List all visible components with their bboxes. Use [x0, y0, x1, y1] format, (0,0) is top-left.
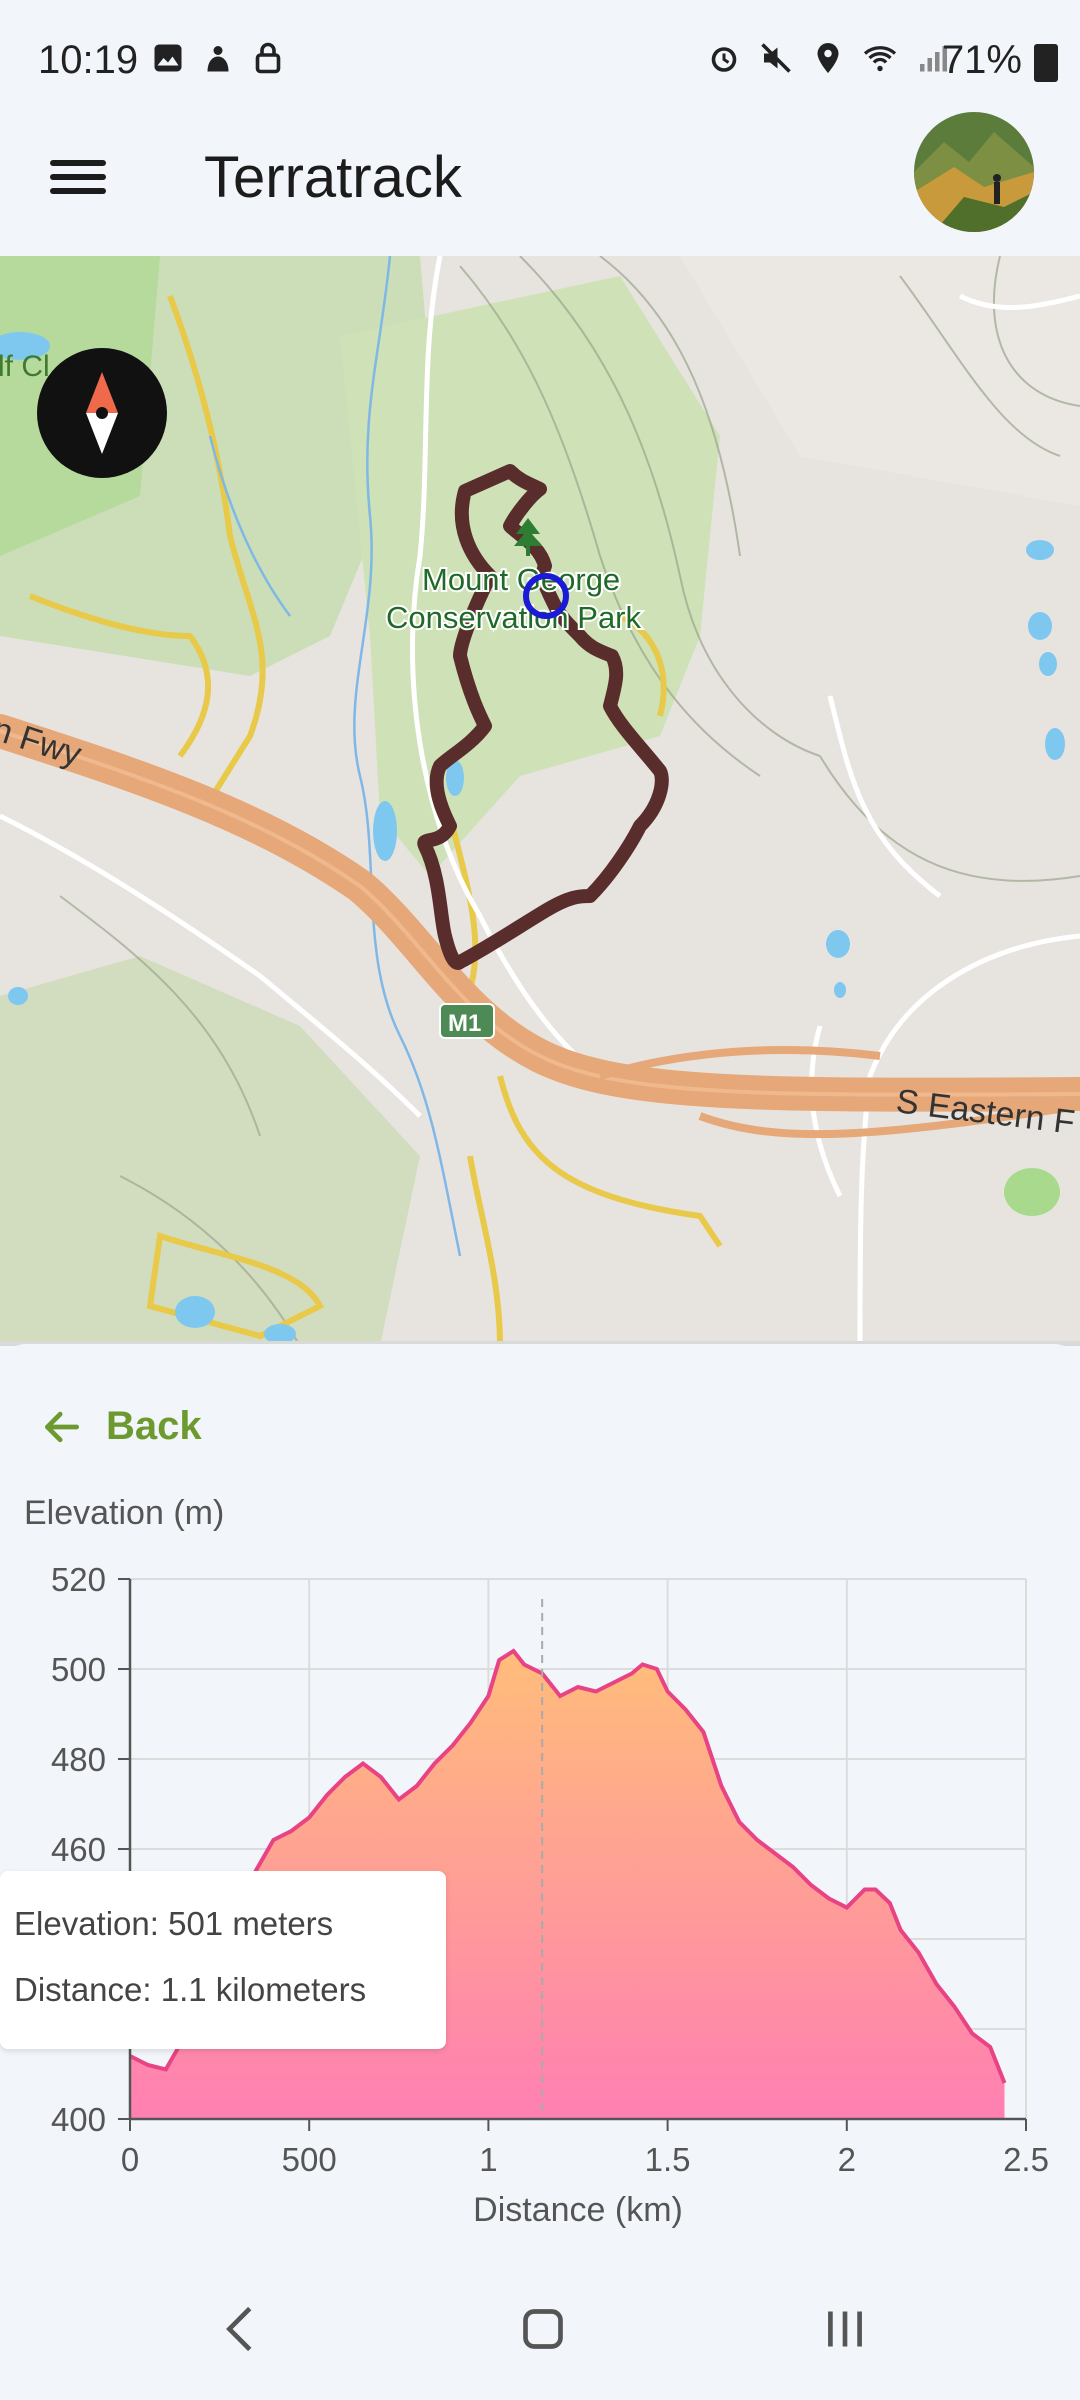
battery-level: 71% — [941, 38, 1022, 82]
mute-icon — [761, 43, 791, 73]
compass-icon — [86, 372, 118, 454]
app-title: Terratrack — [204, 145, 462, 210]
x-tick-label: 1.5 — [645, 2141, 691, 2178]
elevation-chart[interactable]: 400 460 480 500 520 0 500 1 1.5 2 2.5 Distance (k… — [0, 1344, 1080, 2254]
nav-back-icon[interactable] — [206, 2294, 276, 2364]
nav-recents-icon[interactable] — [810, 2294, 880, 2364]
chart-x-axis-title: Distance (km) — [473, 2191, 683, 2229]
road-badge-label: M1 — [448, 1010, 481, 1037]
status-bar: 10:19 71% — [0, 0, 1080, 122]
x-tick-label: 2.5 — [1003, 2141, 1049, 2178]
alarm-icon — [711, 47, 737, 72]
x-tick-label: 1 — [479, 2141, 497, 2178]
wifi-icon — [863, 46, 897, 72]
gallery-icon — [154, 44, 182, 72]
park-label-line1: Mount George — [422, 562, 620, 597]
x-tick-label: 2 — [838, 2141, 856, 2178]
status-time: 10:19 — [38, 38, 139, 82]
navigation-bar — [0, 2254, 1080, 2400]
y-tick-label: 460 — [51, 1831, 106, 1868]
avatar[interactable] — [914, 112, 1034, 232]
chart-tooltip: Elevation: 501 meters Distance: 1.1 kilo… — [0, 1871, 446, 2049]
elevation-sheet: Back Elevation (m) 400 460 480 500 520 0 500 1… — [0, 1344, 1080, 2254]
y-tick-label: 400 — [51, 2101, 106, 2138]
app-icon — [207, 46, 229, 72]
nav-home-icon[interactable] — [508, 2294, 578, 2364]
park-label-line2: Conservation Park — [386, 600, 642, 635]
tooltip-elevation: Elevation: 501 meters — [14, 1905, 334, 1942]
x-tick-label: 500 — [282, 2141, 337, 2178]
battery-icon — [1034, 44, 1058, 82]
x-tick-label: 0 — [121, 2141, 139, 2178]
y-tick-label: 500 — [51, 1651, 106, 1688]
lock-icon — [255, 42, 281, 74]
tooltip-distance: Distance: 1.1 kilometers — [14, 1971, 367, 2008]
menu-icon[interactable] — [50, 152, 106, 208]
compass-button[interactable] — [37, 348, 167, 478]
y-tick-label: 520 — [51, 1561, 106, 1598]
y-tick-label: 480 — [51, 1741, 106, 1778]
location-icon — [817, 43, 839, 73]
